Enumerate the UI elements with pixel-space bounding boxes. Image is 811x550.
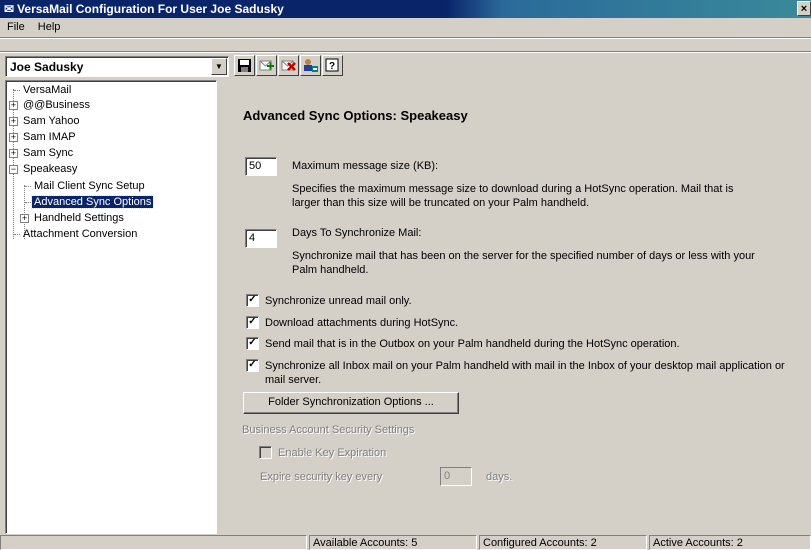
close-button[interactable]: ×	[797, 1, 811, 16]
menu-file[interactable]: File	[0, 18, 30, 36]
days-description: Synchronize mail that has been on the se…	[292, 250, 755, 276]
security-heading: Business Account Security Settings	[242, 424, 415, 436]
add-account-icon	[259, 60, 274, 71]
status-configured-accounts: Configured Accounts: 2	[479, 535, 647, 550]
check-icon[interactable]: ✓	[246, 294, 259, 307]
window-title: VersaMail Configuration For User Joe Sad…	[17, 2, 284, 16]
tree-item-sam-yahoo[interactable]: Sam Yahoo	[21, 113, 81, 129]
help-icon: ?	[325, 58, 339, 72]
delete-account-icon	[281, 60, 296, 71]
save-button[interactable]	[234, 55, 255, 76]
checkbox-empty-icon	[259, 446, 272, 459]
page-title: Advanced Sync Options: Speakeasy	[243, 108, 468, 123]
status-bar: Available Accounts: 5 Configured Account…	[0, 534, 811, 550]
days-label: Days To Synchronize Mail:	[292, 227, 422, 239]
app-icon: ✉	[4, 2, 15, 16]
checkbox-label: Download attachments during HotSync.	[265, 317, 459, 329]
check-icon[interactable]: ✓	[246, 337, 259, 350]
check-icon[interactable]: ✓	[246, 359, 259, 372]
user-select[interactable]: Joe Sadusky ▼	[5, 56, 229, 77]
expand-icon[interactable]: +	[9, 101, 18, 110]
expand-icon[interactable]: +	[9, 133, 18, 142]
user-settings-button[interactable]	[300, 55, 321, 76]
tree-item-attachment-conversion[interactable]: Attachment Conversion	[21, 226, 139, 242]
tree-item-handheld-settings[interactable]: Handheld Settings	[32, 210, 126, 226]
expand-icon[interactable]: +	[20, 214, 29, 223]
tree-branch	[14, 234, 20, 235]
tree-item-mail-client-sync-setup[interactable]: Mail Client Sync Setup	[32, 178, 147, 194]
menu-help[interactable]: Help	[33, 18, 66, 36]
tree-item-sam-imap[interactable]: Sam IMAP	[21, 129, 78, 145]
account-tree[interactable]: VersaMail + @@Business + Sam Yahoo + Sam…	[5, 80, 217, 534]
expire-label: Expire security key every	[260, 471, 383, 483]
expand-icon[interactable]: +	[9, 149, 18, 158]
expire-days-input: 0	[440, 467, 472, 486]
checkbox-label: Synchronize all Inbox mail on your Palm …	[265, 360, 785, 386]
save-icon	[238, 59, 251, 72]
status-active-accounts: Active Accounts: 2	[649, 535, 811, 550]
toolbar-separator	[0, 51, 811, 53]
user-settings-icon	[304, 59, 318, 72]
tree-item-versamail[interactable]: VersaMail	[21, 82, 73, 98]
status-available-accounts: Available Accounts: 5	[309, 535, 477, 550]
checkbox-label: Send mail that is in the Outbox on your …	[265, 338, 680, 350]
tree-item-business[interactable]: @@Business	[21, 97, 92, 113]
options-panel: Advanced Sync Options: Speakeasy 50 Maxi…	[219, 80, 811, 534]
folder-sync-options-button[interactable]: Folder Synchronization Options ...	[243, 392, 459, 414]
expand-icon[interactable]: +	[9, 117, 18, 126]
checkbox-label: Enable Key Expiration	[278, 447, 387, 459]
user-select-value: Joe Sadusky	[10, 60, 84, 74]
title-bar: ✉ VersaMail Configuration For User Joe Sa…	[0, 0, 811, 18]
max-size-description: Specifies the maximum message size to do…	[292, 183, 734, 209]
add-account-button[interactable]	[256, 55, 277, 76]
days-suffix-label: days.	[486, 471, 513, 483]
delete-account-button[interactable]	[278, 55, 299, 76]
help-button[interactable]: ?	[322, 55, 343, 76]
svg-text:?: ?	[329, 61, 335, 72]
days-input[interactable]: 4	[245, 229, 277, 248]
tree-item-speakeasy[interactable]: Speakeasy	[21, 161, 79, 177]
tree-item-sam-sync[interactable]: Sam Sync	[21, 145, 75, 161]
status-empty-cell	[0, 535, 307, 550]
check-icon[interactable]: ✓	[246, 316, 259, 329]
checkbox-label: Synchronize unread mail only.	[265, 295, 412, 307]
tree-item-advanced-sync-options[interactable]: Advanced Sync Options	[30, 194, 155, 210]
tree-branch	[14, 90, 20, 91]
collapse-icon[interactable]: −	[9, 165, 18, 174]
menu-separator	[0, 37, 811, 39]
max-size-input[interactable]: 50	[245, 157, 277, 176]
dropdown-arrow-icon[interactable]: ▼	[211, 58, 227, 75]
max-size-label: Maximum message size (KB):	[292, 160, 439, 172]
menu-bar: File Help	[0, 18, 811, 36]
tree-branch	[25, 202, 31, 203]
tree-branch	[25, 186, 31, 187]
